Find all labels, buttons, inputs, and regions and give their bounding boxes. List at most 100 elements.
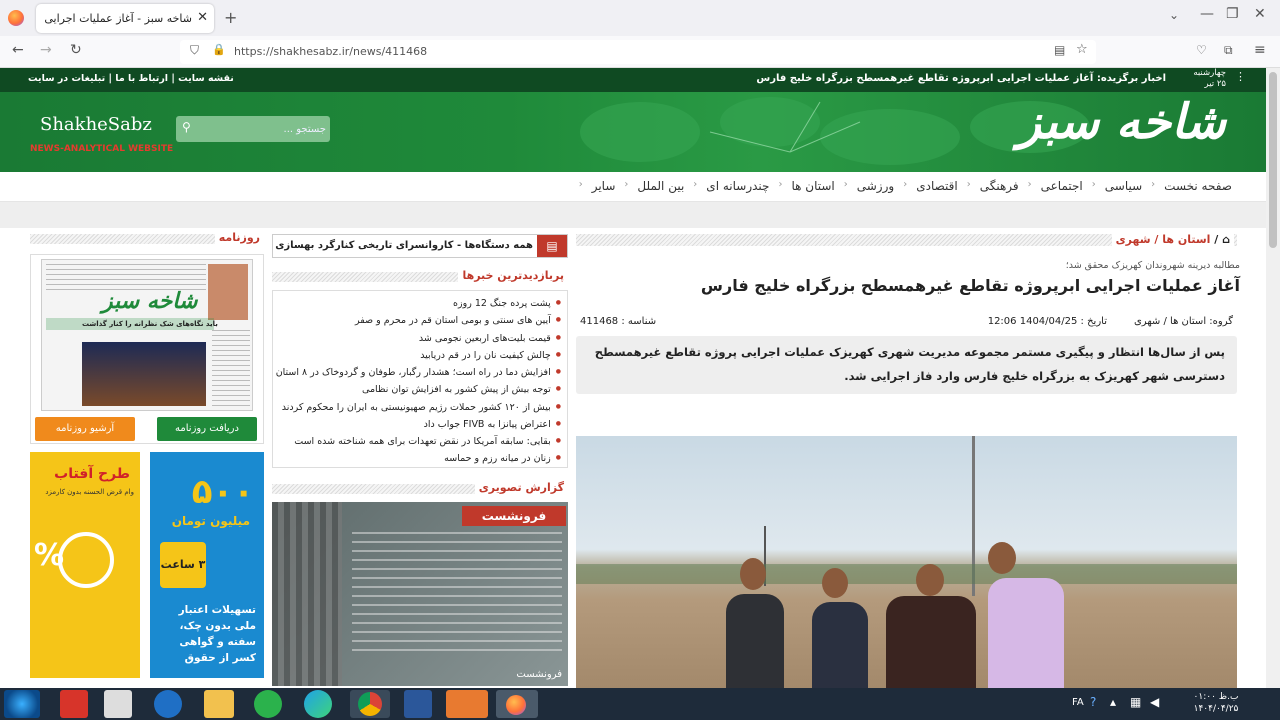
- newspaper-box: شاخه سبز باید نگاه‌های شک نظرانه را کنار…: [30, 254, 264, 444]
- close-tab-icon[interactable]: ✕: [197, 10, 208, 25]
- list-item[interactable]: آیین های سنتی و بومی استان قم در محرم و …: [273, 312, 561, 329]
- shield-icon[interactable]: ⛉: [190, 43, 199, 58]
- list-item[interactable]: بیش از ۱۲۰ کشور حملات رژیم صهیونیستی به …: [273, 399, 561, 416]
- browser-tab[interactable]: شاخه سبز - آغاز عملیات اجرایی ابرپر ✕: [36, 4, 214, 33]
- menu-icon[interactable]: ≡: [1254, 42, 1266, 58]
- chrome-icon[interactable]: [350, 690, 390, 718]
- menu-item-social[interactable]: اجتماعی: [1041, 179, 1083, 193]
- article-group: گروه: استان ها / شهری: [1133, 316, 1233, 327]
- list-item[interactable]: قیمت بلیت‌های اربعین نجومی شد: [273, 330, 561, 347]
- address-bar[interactable]: ⛉ 🔒 https://shakhesabz.ir/news/411468 ▤ …: [180, 40, 1096, 64]
- top-link-contact[interactable]: ارتباط با ما: [115, 73, 168, 84]
- download-newspaper-button[interactable]: دریافت روزنامه: [157, 417, 257, 441]
- start-button-icon[interactable]: [4, 690, 40, 718]
- article-title: آغاز عملیات اجرایی ابرپروژه تقاطع غیرهمس…: [700, 276, 1240, 295]
- pdf-app-icon[interactable]: [60, 690, 88, 718]
- search-icon[interactable]: ⚲: [182, 120, 191, 134]
- person-3: [886, 596, 976, 688]
- photo-report-title: گزارش تصویری: [474, 481, 568, 494]
- ticker-text[interactable]: همه دستگاه‌ها - کاروانسرای تاریخی کنارگر…: [273, 240, 533, 251]
- menu-item-politics[interactable]: سیاسی: [1105, 179, 1142, 193]
- maximize-icon[interactable]: ❐: [1226, 6, 1239, 22]
- help-icon[interactable]: ?: [1090, 695, 1096, 709]
- word-icon[interactable]: [404, 690, 432, 718]
- most-viewed-list: پشت پرده جنگ 12 روزه آیین های سنتی و بوم…: [272, 290, 568, 468]
- newspaper-icon: ▤: [537, 235, 567, 257]
- security-app-icon[interactable]: [254, 690, 282, 718]
- file-explorer-icon[interactable]: [204, 690, 234, 718]
- photo-report-image[interactable]: فرونشست فرونشست: [272, 502, 568, 686]
- top-link-sitemap[interactable]: نقشه سایت: [178, 73, 234, 84]
- search-input[interactable]: [206, 120, 326, 138]
- page-scrollbar[interactable]: [1266, 68, 1280, 688]
- ad-banner-aftab[interactable]: طرح آفتاب وام قرض الحسنه بدون کارمزد %: [30, 452, 140, 678]
- article-lead: پس از سال‌ها انتظار و پیگیری مستمر مجموع…: [576, 336, 1237, 394]
- ad-banner-loan[interactable]: ۵۰۰ میلیون تومان ۳ ساعت تسهیلات اعتبار م…: [150, 452, 264, 678]
- site-logo-english[interactable]: ShakheSabz: [40, 114, 152, 135]
- home-icon[interactable]: ⌂: [1222, 233, 1230, 246]
- person-1-head: [740, 558, 766, 590]
- browser-tab-bar: شاخه سبز - آغاز عملیات اجرایی ابرپر ✕ + …: [0, 0, 1280, 36]
- cover-portrait: [208, 264, 248, 320]
- firefox-taskbar-icon[interactable]: [496, 690, 538, 718]
- list-item[interactable]: پشت پرده جنگ 12 روزه: [273, 295, 561, 312]
- menu-item-economy[interactable]: اقتصادی: [916, 179, 958, 193]
- site-logo[interactable]: شاخه سبز: [1018, 94, 1228, 150]
- list-item[interactable]: افزایش دما در راه است؛ هشدار رگبار، طوفا…: [273, 364, 561, 381]
- taskbar-clock[interactable]: ۰۱:۰۰ ب.ظ ۱۴۰۴/۰۴/۲۵: [1176, 691, 1256, 715]
- person-2: [812, 602, 868, 688]
- ad2-text: تسهیلات اعتبار ملی بدون چک، سفته و گواهی…: [178, 604, 256, 664]
- reload-icon[interactable]: ↻: [70, 42, 82, 58]
- menu-item-sports[interactable]: ورزشی: [857, 179, 894, 193]
- top-strip: چهارشنبه ۲۵ تیر ⋮ اخبار برگزیده: آغاز عم…: [0, 68, 1266, 92]
- list-item[interactable]: چالش کیفیت نان را در قم دریابید: [273, 347, 561, 364]
- minimize-icon[interactable]: —: [1200, 6, 1214, 22]
- date-block: چهارشنبه ۲۵ تیر: [1193, 68, 1226, 90]
- scrollbar-thumb[interactable]: [1269, 72, 1277, 248]
- percent-icon: %: [34, 538, 65, 573]
- menu-item-international[interactable]: بین الملل: [637, 179, 684, 193]
- forward-icon[interactable]: →: [40, 42, 52, 58]
- url-text[interactable]: https://shakhesabz.ir/news/411468: [234, 45, 427, 58]
- tab-list-icon[interactable]: ⌄: [1169, 8, 1179, 22]
- list-item[interactable]: توجه بیش از پیش کشور به افزایش توان نظام…: [273, 381, 561, 398]
- edge-icon[interactable]: [304, 690, 332, 718]
- close-window-icon[interactable]: ✕: [1254, 6, 1266, 22]
- menu-item-home[interactable]: صفحه نخست: [1164, 179, 1232, 193]
- article-supertitle: مطالبه دیرینه شهروندان کهریزک محقق شد؛: [1065, 260, 1240, 271]
- cover-photo: [82, 342, 206, 406]
- menu-item-multimedia[interactable]: چندرسانه ای: [706, 179, 769, 193]
- breaking-text[interactable]: آغاز عملیات اجرایی ابرپروژه تقاطع غیرهمس…: [756, 73, 1093, 84]
- breaking-news[interactable]: اخبار برگزیده: آغاز عملیات اجرایی ابرپرو…: [756, 73, 1166, 84]
- newspaper-cover[interactable]: شاخه سبز باید نگاه‌های شک نظرانه را کنار…: [41, 259, 253, 411]
- new-tab-icon[interactable]: +: [224, 8, 237, 27]
- list-item[interactable]: زنان در میانه رزم و حماسه: [273, 450, 561, 467]
- volume-icon[interactable]: ◀: [1150, 695, 1159, 709]
- media-player-icon[interactable]: [104, 690, 132, 718]
- extensions-icon[interactable]: ⧉: [1224, 43, 1233, 58]
- menu-item-provinces[interactable]: استان ها: [791, 179, 834, 193]
- bookmark-star-icon[interactable]: ☆: [1076, 42, 1088, 57]
- network-icon[interactable]: ▦: [1130, 695, 1141, 709]
- poster-title: فرونشست: [462, 506, 566, 526]
- list-item[interactable]: اعتراض پیانزا به FIVB جواب داد: [273, 416, 561, 433]
- language-indicator[interactable]: FA: [1072, 697, 1084, 708]
- hamburger-icon[interactable]: ⋮: [1235, 70, 1246, 83]
- menu-item-other[interactable]: سایر: [592, 179, 616, 193]
- newspaper-archive-button[interactable]: آرشیو روزنامه: [35, 417, 135, 441]
- firefox-icon[interactable]: [8, 10, 24, 26]
- tray-arrow-icon[interactable]: ▴: [1110, 695, 1116, 709]
- breadcrumb-category[interactable]: استان ها / شهری: [1116, 233, 1211, 246]
- person-2-head: [822, 568, 848, 598]
- back-icon[interactable]: ←: [12, 42, 24, 58]
- news-ticker[interactable]: ▤ همه دستگاه‌ها - کاروانسرای تاریخی کنار…: [272, 234, 568, 258]
- internet-explorer-icon[interactable]: [154, 690, 182, 718]
- pocket-icon[interactable]: ♡: [1196, 43, 1207, 57]
- lock-icon[interactable]: 🔒: [212, 43, 226, 56]
- list-item[interactable]: بقایی: سابقه آمریکا در نقض تعهدات برای ه…: [273, 433, 561, 450]
- reader-view-icon[interactable]: ▤: [1054, 43, 1065, 57]
- menu-item-culture[interactable]: فرهنگی: [980, 179, 1019, 193]
- app-icon[interactable]: [446, 690, 488, 718]
- cover-text-lines: [46, 264, 206, 290]
- top-link-ads[interactable]: تبلیغات در سایت: [28, 73, 105, 84]
